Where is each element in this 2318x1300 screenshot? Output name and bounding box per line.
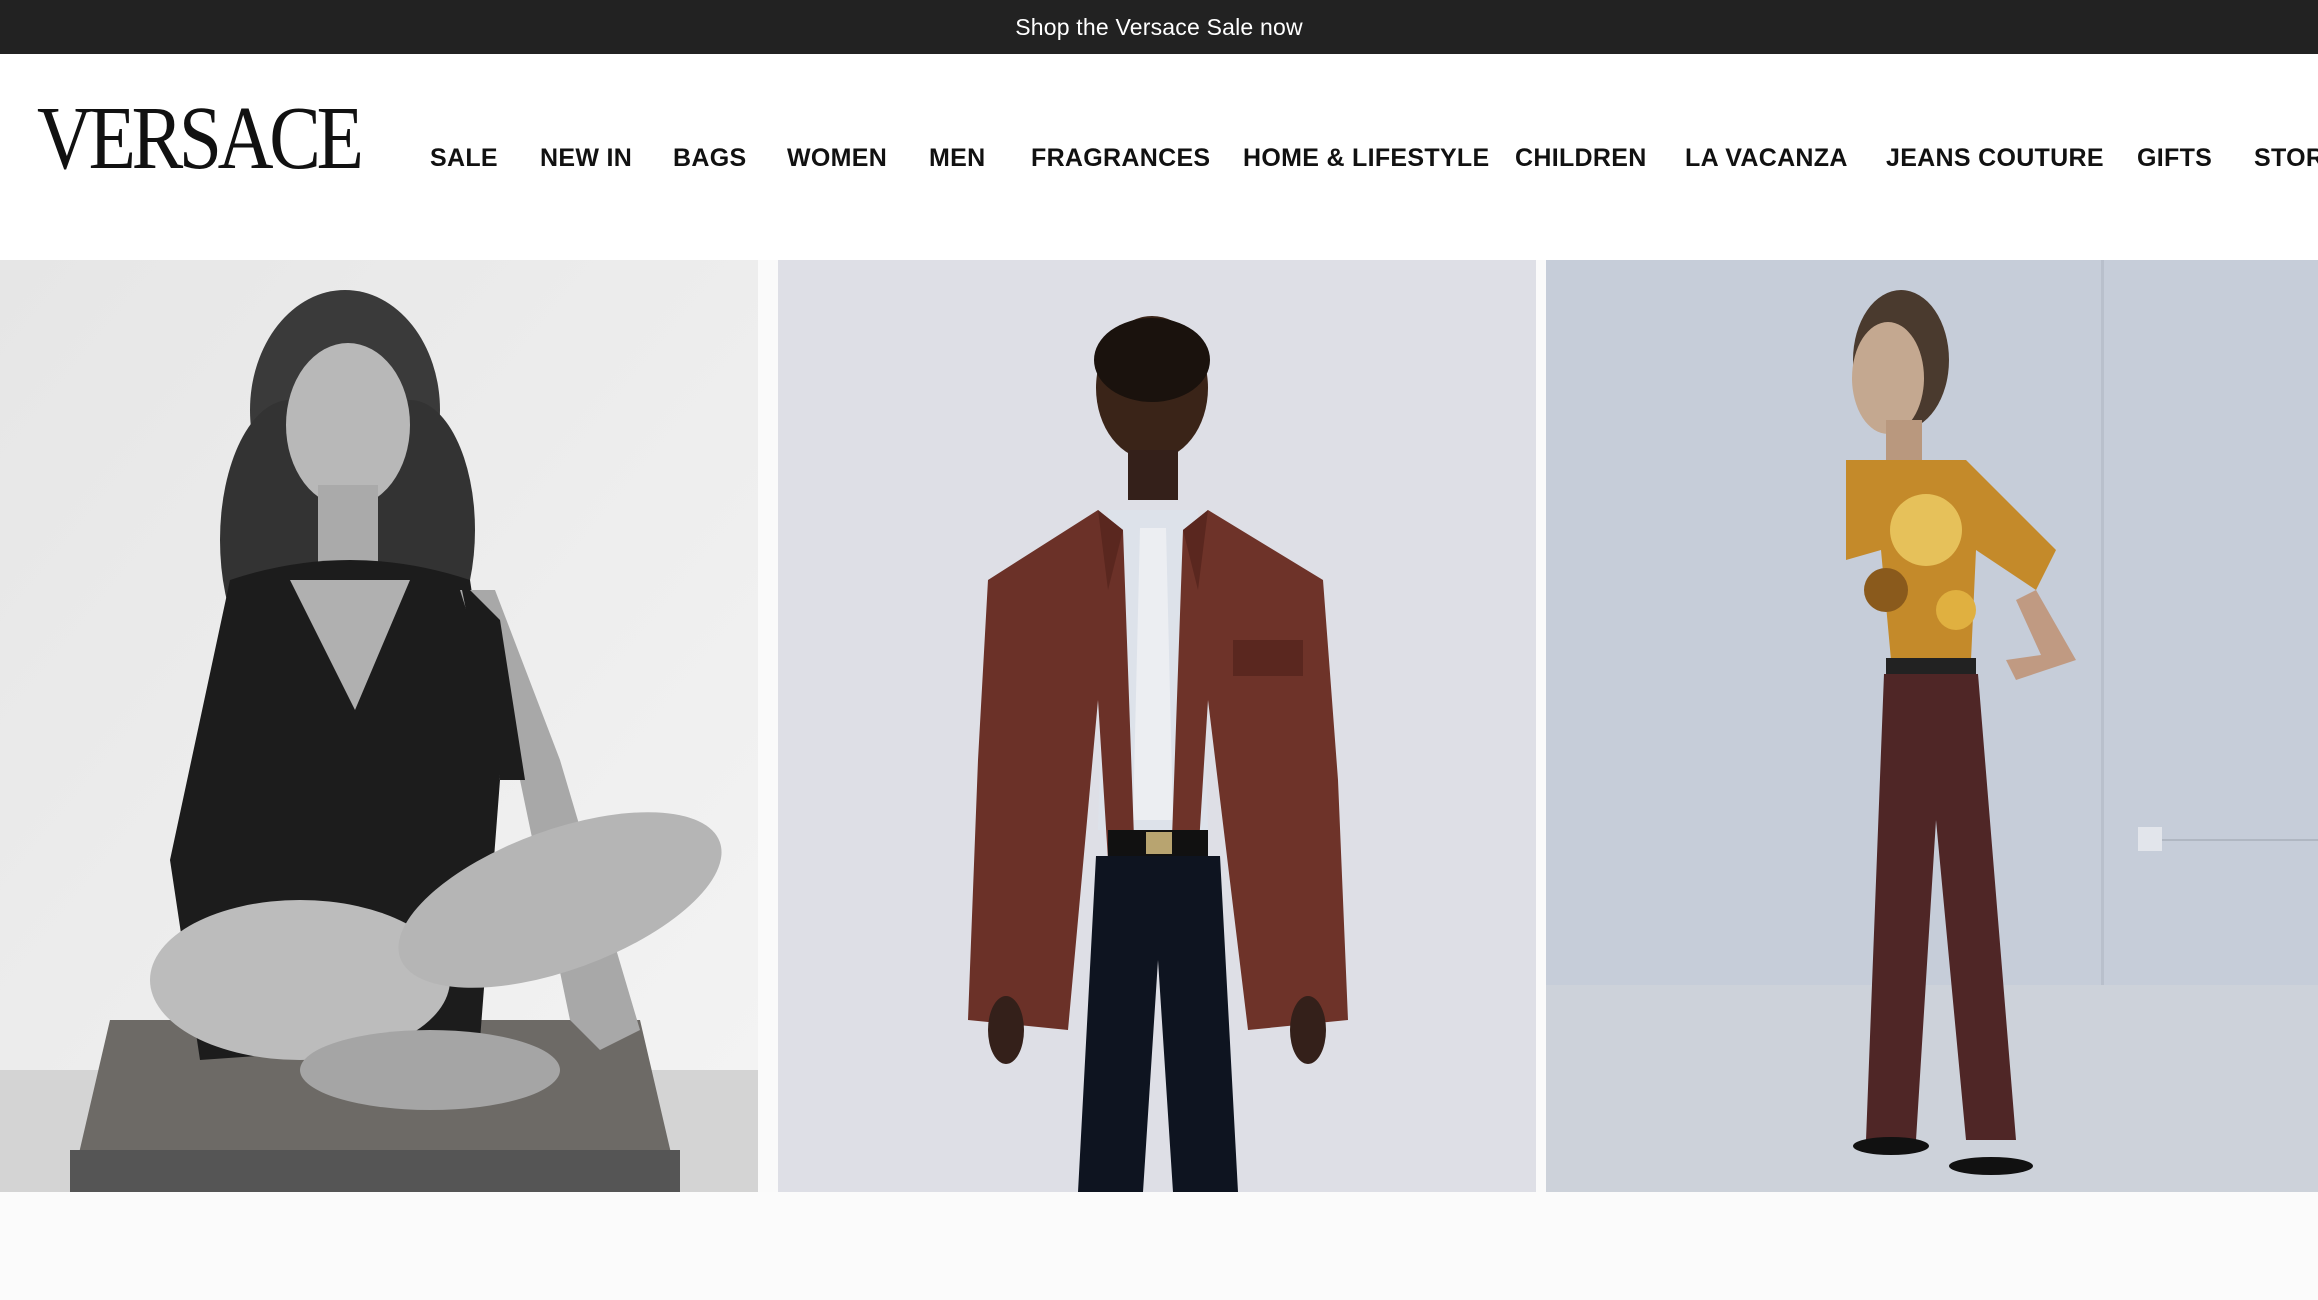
campaign-image-lifestyle[interactable] (1546, 260, 2318, 1192)
campaign-image-women[interactable] (0, 260, 758, 1192)
nav-item-la-vacanza[interactable]: LA VACANZA (1685, 138, 1848, 178)
nav-item-gifts[interactable]: GIFTS (2137, 138, 2212, 178)
site-header: VERSACE SALE NEW IN BAGS WOMEN MEN FRAGR… (0, 54, 2318, 260)
nav-item-women[interactable]: WOMEN (787, 138, 887, 178)
campaign-gallery (0, 260, 2318, 1192)
nav-item-sale[interactable]: SALE (430, 138, 498, 178)
nav-item-home-lifestyle[interactable]: HOME & LIFESTYLE (1243, 138, 1489, 178)
main-navigation: SALE NEW IN BAGS WOMEN MEN FRAGRANCES HO… (0, 138, 2318, 178)
promo-banner[interactable]: Shop the Versace Sale now (0, 0, 2318, 54)
nav-item-jeans-couture[interactable]: JEANS COUTURE (1886, 138, 2104, 178)
page-content-below-fold (0, 1192, 2318, 1300)
nav-item-new-in[interactable]: NEW IN (540, 138, 632, 178)
nav-item-fragrances[interactable]: FRAGRANCES (1031, 138, 1210, 178)
nav-item-stores[interactable]: STOR (2254, 138, 2318, 178)
nav-item-children[interactable]: CHILDREN (1515, 138, 1647, 178)
nav-item-men[interactable]: MEN (929, 138, 985, 178)
campaign-image-men[interactable] (778, 260, 1536, 1192)
promo-text[interactable]: Shop the Versace Sale now (1015, 14, 1303, 41)
nav-item-bags[interactable]: BAGS (673, 138, 746, 178)
